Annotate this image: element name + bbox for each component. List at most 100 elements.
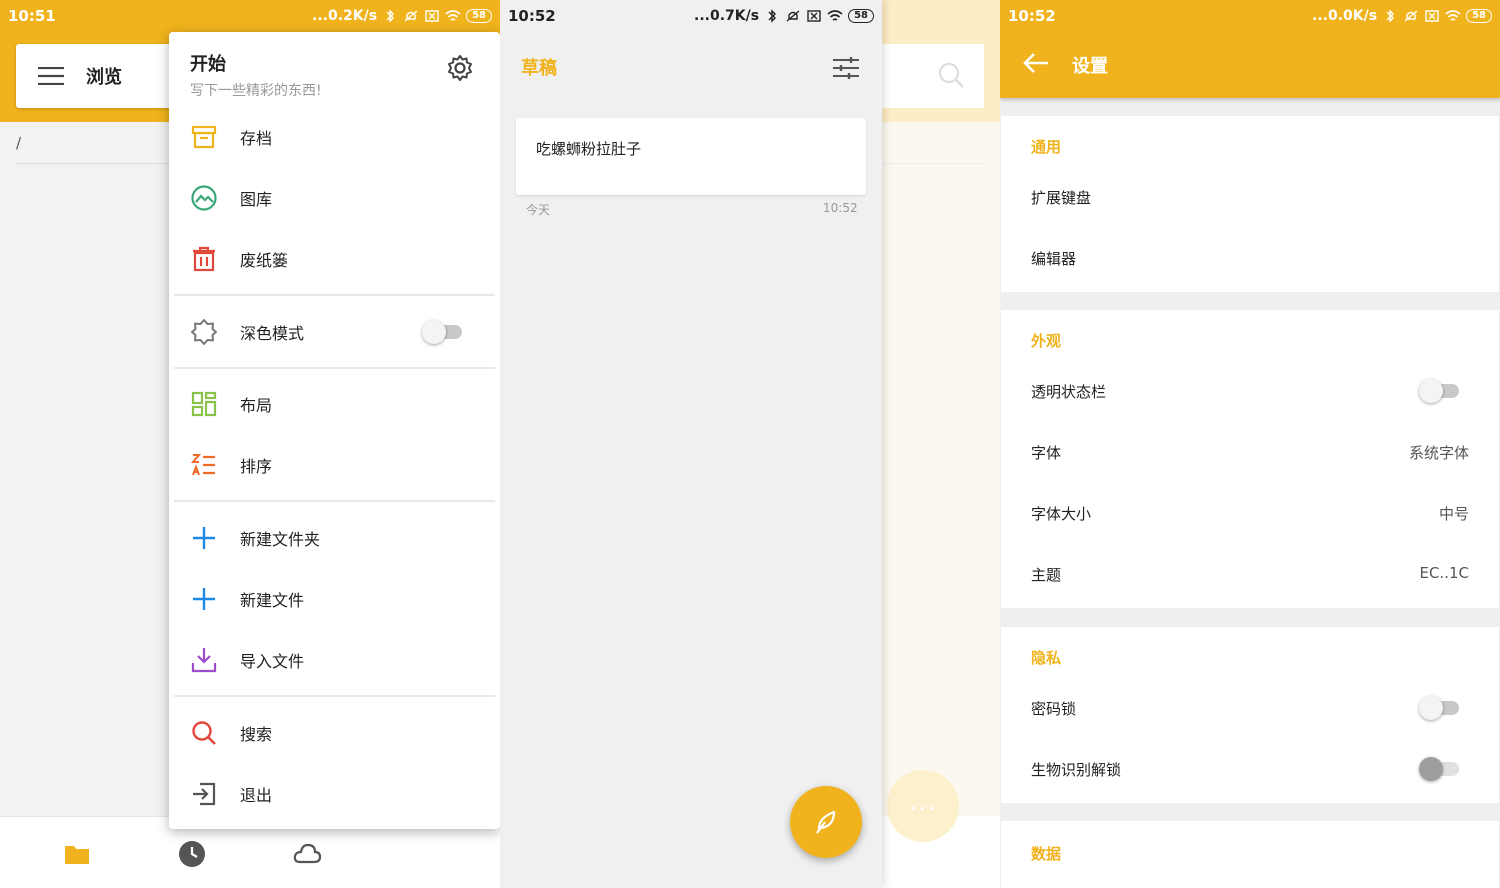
brightness-icon bbox=[190, 318, 218, 346]
general-section: 通用 扩展键盘 编辑器 bbox=[1001, 116, 1499, 292]
setting-label: 编辑器 bbox=[1031, 250, 1077, 268]
drawer-item-new-file[interactable]: 新建文件 bbox=[169, 571, 500, 627]
setting-label: 密码锁 bbox=[1031, 700, 1077, 718]
setting-biometric-unlock[interactable]: 生物识别解锁 bbox=[1001, 741, 1499, 797]
drawer-item-search[interactable]: 搜索 bbox=[169, 705, 500, 761]
back-arrow-icon[interactable] bbox=[1022, 50, 1050, 76]
drawer-item-label: 搜索 bbox=[240, 725, 273, 744]
archive-icon bbox=[190, 123, 218, 151]
section-title: 通用 bbox=[1031, 138, 1062, 156]
setting-value: EC..1C bbox=[1419, 564, 1469, 582]
setting-theme[interactable]: 主题 EC..1C bbox=[1001, 546, 1499, 602]
status-time: 10:52 bbox=[508, 7, 556, 25]
drawer-item-import[interactable]: 导入文件 bbox=[169, 632, 500, 688]
search-icon[interactable] bbox=[936, 60, 966, 90]
drawer-item-label: 退出 bbox=[240, 786, 273, 805]
navigation-drawer: 开始 写下一些精彩的东西! 存档 图库 废纸篓 深色模式 布局 排序 新建文件夹… bbox=[169, 32, 500, 829]
new-note-button[interactable] bbox=[790, 786, 862, 858]
menu-icon[interactable] bbox=[38, 67, 64, 85]
drawer-item-gallery[interactable]: 图库 bbox=[169, 170, 500, 226]
layout-icon bbox=[190, 390, 218, 418]
setting-password-lock[interactable]: 密码锁 bbox=[1001, 680, 1499, 736]
privacy-section: 隐私 密码锁 生物识别解锁 bbox=[1001, 627, 1499, 803]
no-sim-icon bbox=[424, 9, 440, 23]
setting-label: 透明状态栏 bbox=[1031, 383, 1107, 401]
drawer-item-archive[interactable]: 存档 bbox=[169, 109, 500, 165]
transparent-status-bar-toggle[interactable] bbox=[1419, 378, 1461, 404]
drawer-item-label: 深色模式 bbox=[240, 324, 305, 343]
drawer-item-label: 新建文件 bbox=[240, 591, 305, 610]
note-card[interactable]: 吃螺蛳粉拉肚子 bbox=[516, 118, 866, 195]
dark-mode-toggle[interactable] bbox=[422, 319, 464, 345]
exit-icon bbox=[190, 780, 218, 808]
drawer-item-new-folder[interactable]: 新建文件夹 bbox=[169, 510, 500, 566]
feather-icon bbox=[816, 810, 836, 834]
drawer-item-label: 新建文件夹 bbox=[240, 530, 321, 549]
setting-extended-keyboard[interactable]: 扩展键盘 bbox=[1001, 169, 1499, 225]
cloud-icon[interactable] bbox=[292, 839, 322, 869]
status-time: 10:51 bbox=[8, 7, 56, 25]
battery-indicator: 58 bbox=[1466, 9, 1492, 23]
drawer-item-dark-mode[interactable]: 深色模式 bbox=[169, 304, 500, 360]
drawer-item-trash[interactable]: 废纸篓 bbox=[169, 231, 500, 287]
breadcrumb: / bbox=[16, 134, 22, 152]
divider bbox=[174, 367, 495, 369]
status-bar: 10:51 ...0.2K/s 58 bbox=[0, 0, 500, 32]
wifi-icon bbox=[445, 9, 461, 23]
setting-font[interactable]: 字体 系统字体 bbox=[1001, 424, 1499, 480]
plus-icon bbox=[190, 524, 218, 552]
drawer-item-label: 导入文件 bbox=[240, 652, 305, 671]
search-icon bbox=[190, 719, 218, 747]
network-speed: ...0.0K/s bbox=[1312, 8, 1378, 24]
setting-editor[interactable]: 编辑器 bbox=[1001, 230, 1499, 286]
bluetooth-icon bbox=[1382, 9, 1398, 23]
trash-icon bbox=[190, 245, 218, 273]
data-section: 数据 bbox=[1001, 821, 1499, 888]
network-speed: ...0.7K/s bbox=[694, 8, 760, 24]
status-bar: 10:52 ...0.0K/s 58 bbox=[1000, 0, 1500, 32]
setting-transparent-status-bar[interactable]: 透明状态栏 bbox=[1001, 363, 1499, 419]
settings-screen: 10:52 ...0.0K/s 58 设置 通用 扩展键盘 编辑器 外观 透明状… bbox=[1000, 0, 1500, 888]
wifi-icon bbox=[1445, 9, 1461, 23]
section-title: 外观 bbox=[1031, 332, 1062, 350]
drawer-item-layout[interactable]: 布局 bbox=[169, 376, 500, 432]
page-title: 设置 bbox=[1072, 56, 1108, 77]
note-date: 今天 bbox=[526, 203, 551, 217]
setting-label: 扩展键盘 bbox=[1031, 189, 1092, 207]
more-button[interactable]: ... bbox=[887, 770, 959, 842]
divider bbox=[174, 695, 495, 697]
drawer-item-label: 布局 bbox=[240, 396, 273, 415]
battery-indicator: 58 bbox=[466, 9, 492, 23]
divider bbox=[174, 294, 495, 296]
password-lock-toggle[interactable] bbox=[1419, 695, 1461, 721]
setting-label: 字体大小 bbox=[1031, 505, 1092, 523]
sort-icon bbox=[190, 451, 218, 479]
clock-icon[interactable] bbox=[177, 839, 207, 869]
settings-app-bar: 10:52 ...0.0K/s 58 设置 bbox=[1000, 0, 1500, 98]
drawer-item-sort[interactable]: 排序 bbox=[169, 437, 500, 493]
setting-font-size[interactable]: 字体大小 中号 bbox=[1001, 485, 1499, 541]
drawer-subtitle: 写下一些精彩的东西! bbox=[190, 83, 322, 99]
setting-value: 系统字体 bbox=[1408, 444, 1469, 462]
drafts-screen: ... 10:52 ...0.7K/s 58 草稿 吃螺蛳粉拉肚子 今天 10:… bbox=[500, 0, 1000, 888]
filter-icon[interactable] bbox=[831, 54, 861, 82]
setting-label: 主题 bbox=[1031, 566, 1062, 584]
drawer-item-label: 图库 bbox=[240, 190, 273, 209]
drawer-item-exit[interactable]: 退出 bbox=[169, 766, 500, 822]
section-title: 隐私 bbox=[1031, 649, 1062, 667]
gear-icon[interactable] bbox=[446, 54, 474, 82]
biometric-unlock-toggle[interactable] bbox=[1419, 756, 1461, 782]
no-sim-icon bbox=[806, 9, 822, 23]
folder-icon[interactable] bbox=[62, 839, 92, 869]
divider bbox=[882, 163, 984, 164]
bluetooth-icon bbox=[764, 9, 780, 23]
page-title: 草稿 bbox=[521, 58, 557, 79]
section-title: 数据 bbox=[1031, 845, 1062, 863]
note-text: 吃螺蛳粉拉肚子 bbox=[536, 140, 642, 158]
bluetooth-icon bbox=[382, 9, 398, 23]
drawer-item-label: 排序 bbox=[240, 457, 273, 476]
mute-bell-icon bbox=[785, 9, 801, 23]
import-icon bbox=[190, 646, 218, 674]
appearance-section: 外观 透明状态栏 字体 系统字体 字体大小 中号 主题 EC..1C bbox=[1001, 310, 1499, 608]
status-bar: 10:52 ...0.7K/s 58 bbox=[500, 0, 882, 32]
